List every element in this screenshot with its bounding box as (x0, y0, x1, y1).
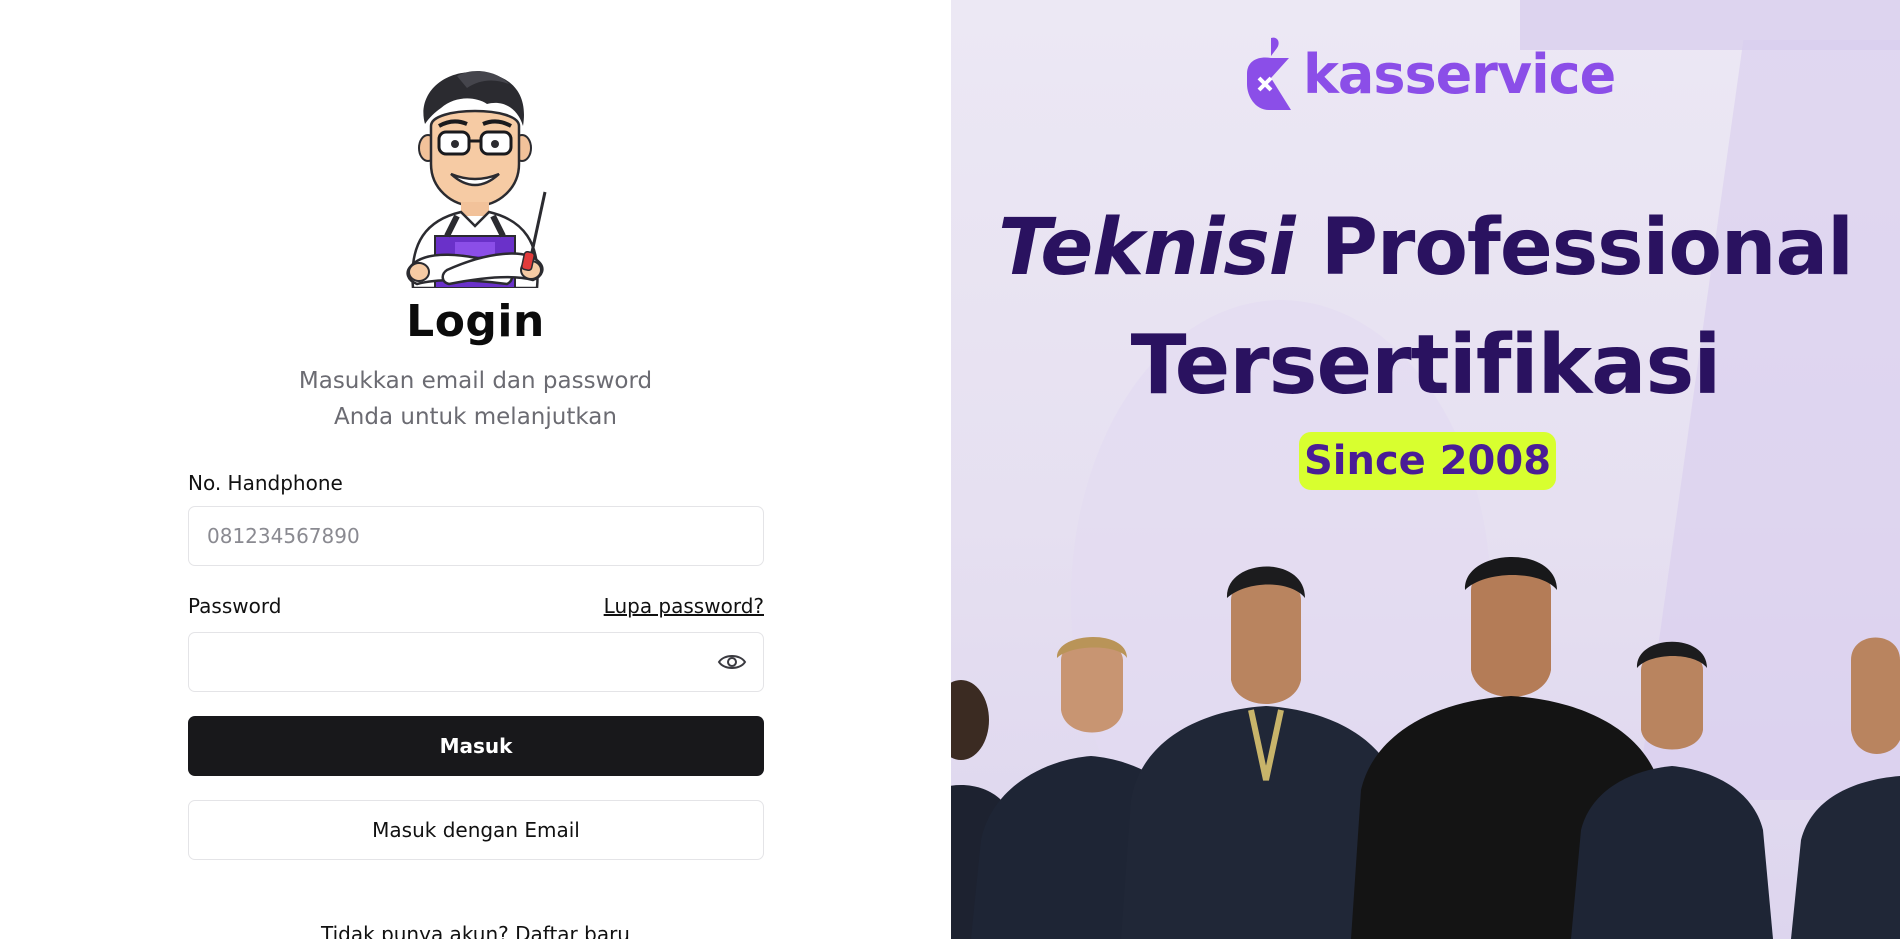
brand-logo: kasservice (1241, 33, 1616, 115)
headline-line-1: Teknisi Professional (951, 203, 1900, 293)
headline-italic: Teknisi (998, 203, 1295, 293)
subtitle-line-1: Masukkan email dan password (298, 368, 653, 394)
page-title: Login (406, 296, 545, 347)
login-panel: Login Masukkan email dan password Anda u… (0, 0, 951, 939)
password-input[interactable] (188, 632, 764, 692)
headline-line-2: Tersertifikasi (1130, 318, 1722, 413)
since-badge: Since 2008 (1299, 432, 1556, 490)
phone-label: No. Handphone (188, 471, 343, 495)
brand-name: kasservice (1303, 42, 1616, 106)
signup-link[interactable]: Daftar baru (515, 922, 630, 939)
technician-figure (1791, 637, 1900, 939)
login-with-email-button[interactable]: Masuk dengan Email (188, 800, 764, 860)
headline-rest: Professional (1320, 203, 1854, 293)
team-photo (951, 556, 1900, 939)
forgot-password-link[interactable]: Lupa password? (604, 594, 764, 618)
eye-icon[interactable] (717, 650, 747, 674)
kasservice-logo-icon (1247, 37, 1291, 110)
subtitle-line-2: Anda untuk melanjutkan (334, 404, 617, 430)
mascot-technician-icon (406, 70, 547, 288)
signup-prompt-text: Tidak punya akun? (321, 922, 509, 939)
password-label: Password (188, 594, 282, 618)
signup-prompt: Tidak punya akun? Daftar baru (0, 922, 951, 939)
login-button[interactable]: Masuk (188, 716, 764, 776)
phone-input[interactable] (188, 506, 764, 566)
promo-panel: kasservice Teknisi Professional Terserti… (951, 0, 1900, 939)
